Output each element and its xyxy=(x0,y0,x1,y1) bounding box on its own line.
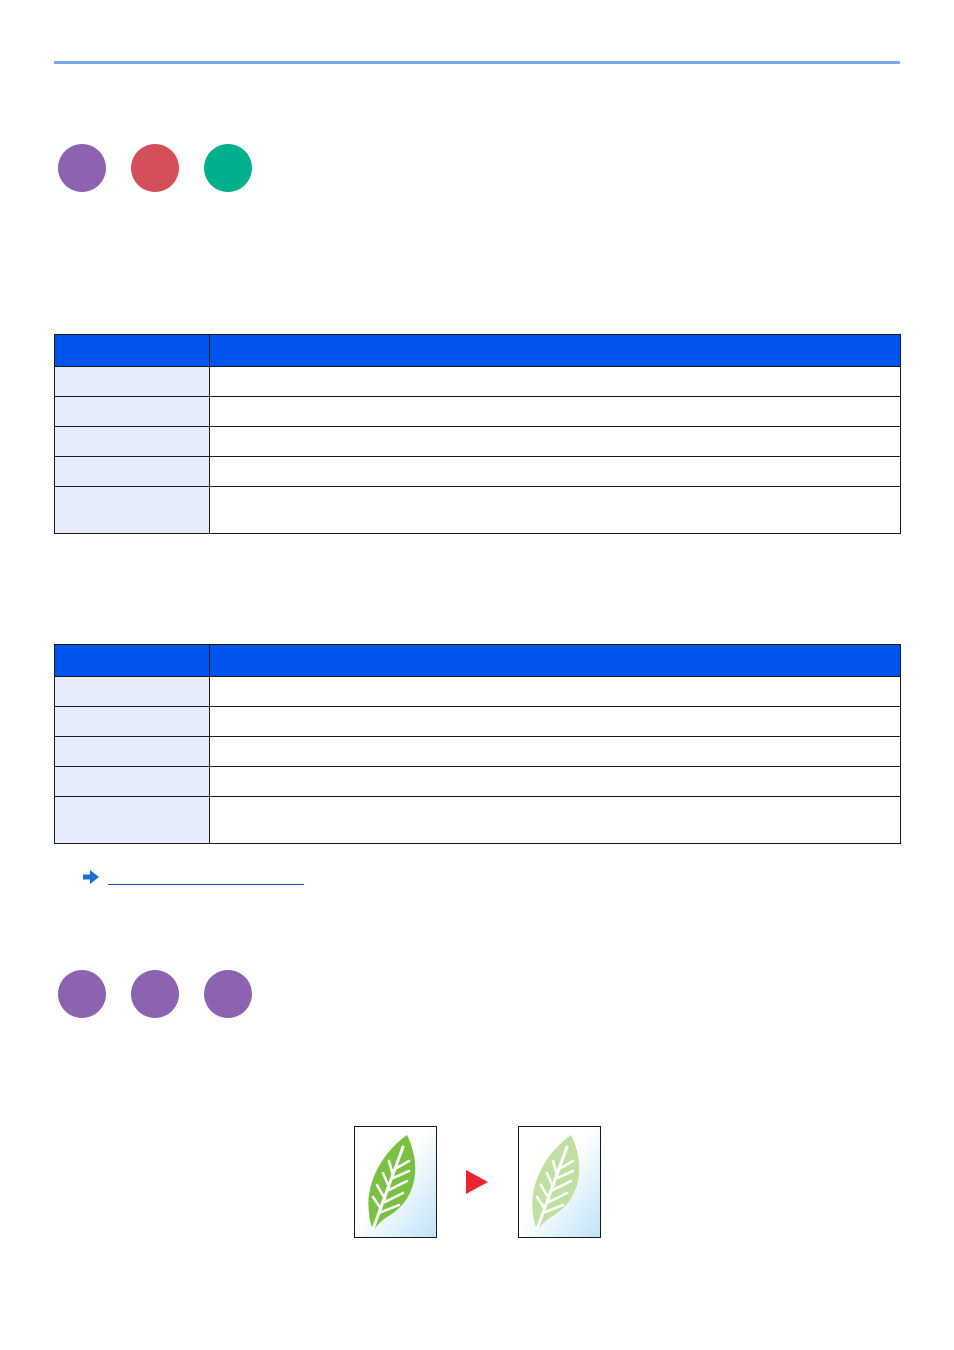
settings-table-1 xyxy=(54,334,901,534)
table-row xyxy=(54,796,901,844)
table-cell-value xyxy=(209,676,901,707)
table-row xyxy=(54,736,901,767)
table-cell-value xyxy=(209,706,901,737)
table-cell-value xyxy=(209,766,901,797)
table-row xyxy=(54,486,901,534)
mode-badge-3 xyxy=(204,144,252,192)
mode-badge-1 xyxy=(58,144,106,192)
reference-link[interactable] xyxy=(82,869,304,885)
table-cell-key xyxy=(54,396,210,427)
table-cell-key xyxy=(54,706,210,737)
table-cell-key xyxy=(54,796,210,844)
mode-badges-1 xyxy=(58,144,252,192)
table-row xyxy=(54,706,901,737)
table-row xyxy=(54,396,901,427)
mode-badge-3 xyxy=(204,970,252,1018)
original-document-sample xyxy=(354,1126,437,1238)
table-cell-key xyxy=(54,736,210,767)
mode-badges-2 xyxy=(58,970,252,1018)
table-cell-value xyxy=(209,426,901,457)
table-cell-value xyxy=(209,486,901,534)
reference-link-text[interactable] xyxy=(108,870,304,885)
table-cell-value xyxy=(209,456,901,487)
table-header-description xyxy=(209,334,901,367)
table-header-item xyxy=(54,334,210,367)
table-row xyxy=(54,426,901,457)
table-cell-key xyxy=(54,426,210,457)
table-header-row xyxy=(54,334,901,367)
table-cell-value xyxy=(209,396,901,427)
table-cell-key xyxy=(54,366,210,397)
play-arrow-icon xyxy=(466,1170,488,1194)
table-header-item xyxy=(54,644,210,677)
table-header-description xyxy=(209,644,901,677)
table-cell-key xyxy=(54,456,210,487)
table-row xyxy=(54,676,901,707)
right-arrow-icon xyxy=(83,870,99,884)
leaf-icon xyxy=(368,1135,416,1231)
table-cell-key xyxy=(54,486,210,534)
table-cell-key xyxy=(54,676,210,707)
table-cell-value xyxy=(209,736,901,767)
table-header-row xyxy=(54,644,901,677)
table-cell-value xyxy=(209,366,901,397)
mode-badge-1 xyxy=(58,970,106,1018)
settings-table-2 xyxy=(54,644,901,844)
table-cell-value xyxy=(209,796,901,844)
table-row xyxy=(54,456,901,487)
mode-badge-2 xyxy=(131,970,179,1018)
leaf-faded-icon xyxy=(532,1135,580,1231)
table-row xyxy=(54,366,901,397)
header-rule xyxy=(54,61,900,64)
table-row xyxy=(54,766,901,797)
table-cell-key xyxy=(54,766,210,797)
mode-badge-2 xyxy=(131,144,179,192)
result-document-sample xyxy=(518,1126,601,1238)
